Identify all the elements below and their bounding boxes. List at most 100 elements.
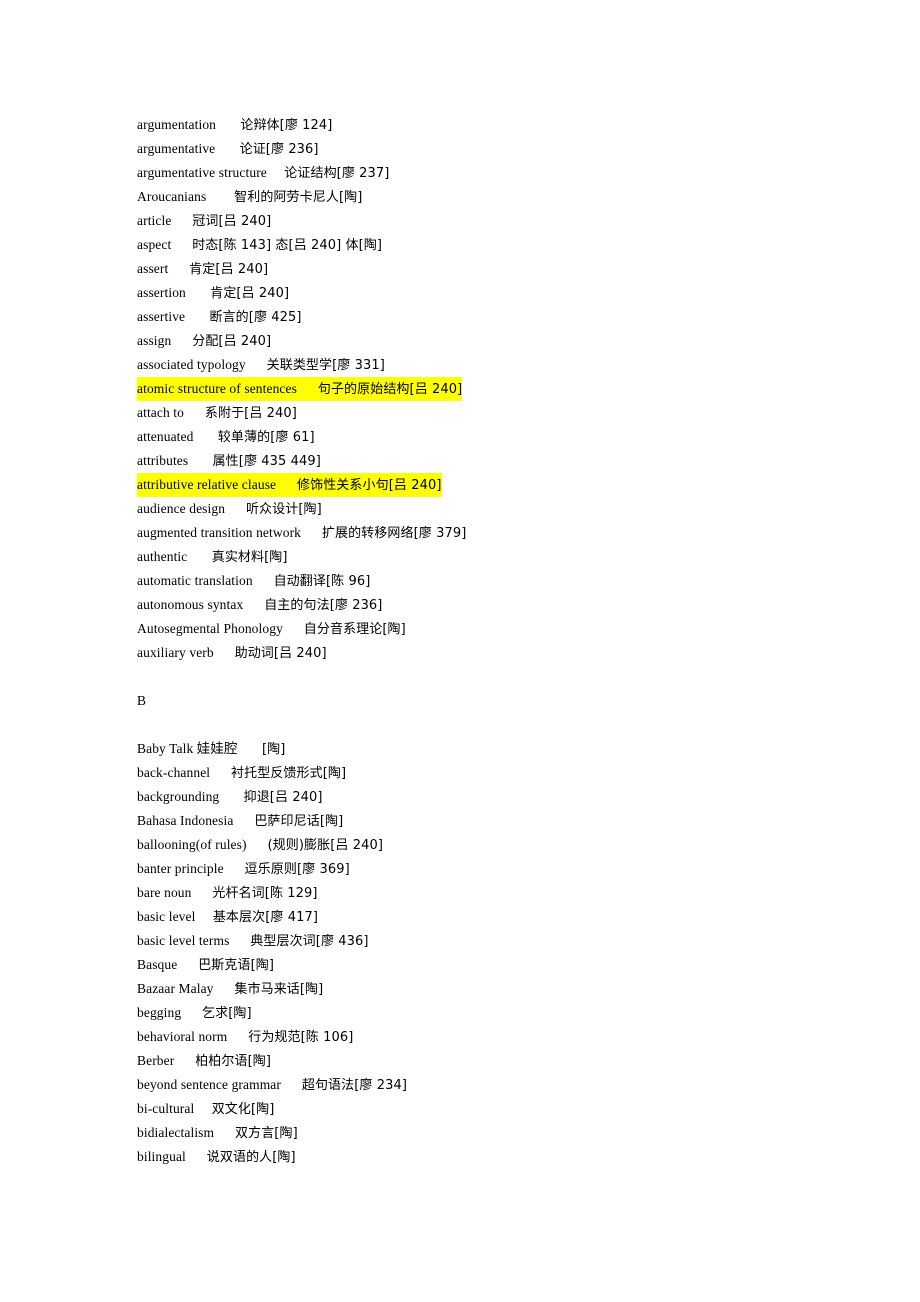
glossary-entry-text: behavioral norm 行为规范[陈 106] xyxy=(137,1029,353,1045)
glossary-entry: associated typology 关联类型学[廖 331] xyxy=(137,353,877,377)
tab-gap xyxy=(187,545,211,569)
glossary-entry: authentic 真实材料[陶] xyxy=(137,545,877,569)
term-english: basic level terms xyxy=(137,933,230,948)
glossary-entry: backgrounding 抑退[吕 240] xyxy=(137,785,877,809)
term-chinese: 双文化[陶] xyxy=(211,1102,275,1117)
glossary-entry-text: augmented transition network 扩展的转移网络[廖 3… xyxy=(137,525,467,541)
term-english: Bazaar Malay xyxy=(137,981,214,996)
term-chinese: 巴萨印尼话[陶] xyxy=(254,814,344,829)
tab-gap xyxy=(177,953,198,977)
term-english: auxiliary verb xyxy=(137,645,214,660)
term-english: attributes xyxy=(137,453,189,468)
term-english: beyond sentence grammar xyxy=(137,1077,281,1092)
term-english: bi-cultural xyxy=(137,1101,195,1116)
glossary-entry: attributive relative clause 修饰性关系小句[吕 24… xyxy=(137,473,877,497)
glossary-entry-text: Baby Talk 娃娃腔 [陶] xyxy=(137,741,286,757)
term-chinese: 修饰性关系小句[吕 240] xyxy=(297,478,442,493)
glossary-entry-highlighted: attributive relative clause 修饰性关系小句[吕 24… xyxy=(137,473,442,497)
glossary-entry-text: auxiliary verb 助动词[吕 240] xyxy=(137,645,327,661)
term-chinese: 智利的阿劳卡尼人[陶] xyxy=(234,190,363,205)
glossary-entry: bi-cultural 双文化[陶] xyxy=(137,1097,877,1121)
tab-gap xyxy=(168,257,189,281)
term-chinese: 集市马来话[陶] xyxy=(234,982,324,997)
term-english: authentic xyxy=(137,549,188,564)
glossary-entry-text: beyond sentence grammar 超句语法[廖 234] xyxy=(137,1077,408,1093)
term-english: assign xyxy=(137,333,172,348)
glossary-entry: auxiliary verb 助动词[吕 240] xyxy=(137,641,877,665)
glossary-entry-text: basic level terms 典型层次词[廖 436] xyxy=(137,933,369,949)
glossary-entry-text: bidialectalism 双方言[陶] xyxy=(137,1125,298,1141)
tab-gap xyxy=(174,1049,195,1073)
glossary-entry-text: ballooning(of rules) (规则)膨胀[吕 240] xyxy=(137,837,383,853)
term-chinese: 冠词[吕 240] xyxy=(192,214,272,229)
glossary-entry: attach to 系附于[吕 240] xyxy=(137,401,877,425)
term-chinese: 抑退[吕 240] xyxy=(243,790,323,805)
term-chinese: 肯定[吕 240] xyxy=(189,262,269,277)
glossary-entry: attenuated 较单薄的[廖 61] xyxy=(137,425,877,449)
term-chinese: 双方言[陶] xyxy=(235,1126,298,1141)
term-english: article xyxy=(137,213,172,228)
term-english: audience design xyxy=(137,501,226,516)
term-chinese: 较单薄的[廖 61] xyxy=(217,430,315,445)
glossary-entry-highlighted: atomic structure of sentences 句子的原始结构[吕 … xyxy=(137,377,463,401)
term-chinese: 超句语法[廖 234] xyxy=(301,1078,408,1093)
tab-gap xyxy=(206,185,234,209)
tab-gap xyxy=(214,977,235,1001)
glossary-entry-text: Bahasa Indonesia 巴萨印尼话[陶] xyxy=(137,813,344,829)
glossary-entry-text: associated typology 关联类型学[廖 331] xyxy=(137,357,385,373)
term-chinese: 论证[廖 236] xyxy=(239,142,319,157)
term-chinese: [陶] xyxy=(261,742,286,757)
term-chinese: 基本层次[廖 417] xyxy=(212,910,319,925)
term-english: argumentation xyxy=(137,117,217,132)
term-chinese: 扩展的转移网络[廖 379] xyxy=(321,526,467,541)
glossary-entry-text: automatic translation 自动翻译[陈 96] xyxy=(137,573,371,589)
glossary-entry: beyond sentence grammar 超句语法[廖 234] xyxy=(137,1073,877,1097)
glossary-entry-text: argumentation 论辩体[廖 124] xyxy=(137,117,332,133)
term-english: bare noun xyxy=(137,885,192,900)
glossary-entry: aspect 时态[陈 143] 态[吕 240] 体[陶] xyxy=(137,233,877,257)
tab-gap xyxy=(224,857,245,881)
term-english: assert xyxy=(137,261,169,276)
glossary-entry-text: assert 肯定[吕 240] xyxy=(137,261,269,277)
term-chinese: 系附于[吕 240] xyxy=(204,406,297,421)
tab-gap xyxy=(297,377,318,401)
tab-gap xyxy=(229,929,250,953)
tab-gap xyxy=(194,1097,211,1121)
term-english: Berber xyxy=(137,1053,175,1068)
glossary-entry: Bazaar Malay 集市马来话[陶] xyxy=(137,977,877,1001)
glossary-entry-text: argumentative 论证[廖 236] xyxy=(137,141,319,157)
term-chinese: 自动翻译[陈 96] xyxy=(273,574,371,589)
tab-gap xyxy=(253,569,274,593)
glossary-entry: Basque 巴斯克语[陶] xyxy=(137,953,877,977)
glossary-entry-text: banter principle 逗乐原则[廖 369] xyxy=(137,861,350,877)
term-english: bidialectalism xyxy=(137,1125,215,1140)
tab-gap xyxy=(214,1121,235,1145)
term-english: atomic structure of sentences xyxy=(137,381,297,396)
glossary-entry-list: argumentation 论辩体[廖 124] argumentative 论证… xyxy=(137,113,877,1169)
glossary-entry-text: aspect 时态[陈 143] 态[吕 240] 体[陶] xyxy=(137,237,382,253)
glossary-entry-text: autonomous syntax 自主的句法[廖 236] xyxy=(137,597,382,613)
glossary-entry-text: article 冠词[吕 240] xyxy=(137,213,272,229)
tab-gap xyxy=(184,401,205,425)
glossary-entry-text: attributes 属性[廖 435 449] xyxy=(137,453,321,469)
tab-gap xyxy=(267,161,284,185)
term-english: assertion xyxy=(137,285,186,300)
glossary-entry: argumentation 论辩体[廖 124] xyxy=(137,113,877,137)
tab-gap xyxy=(238,737,262,761)
tab-gap xyxy=(215,137,239,161)
glossary-entry-text: Bazaar Malay 集市马来话[陶] xyxy=(137,981,324,997)
term-english: augmented transition network xyxy=(137,525,302,540)
glossary-entry-text: assertion 肯定[吕 240] xyxy=(137,285,289,301)
glossary-entry: bidialectalism 双方言[陶] xyxy=(137,1121,877,1145)
glossary-entry: Berber 柏柏尔语[陶] xyxy=(137,1049,877,1073)
tab-gap xyxy=(210,761,231,785)
glossary-entry-text: Berber 柏柏尔语[陶] xyxy=(137,1053,271,1069)
term-chinese: 断言的[廖 425] xyxy=(209,310,302,325)
term-chinese: 逗乐原则[廖 369] xyxy=(244,862,350,877)
glossary-entry: assertion 肯定[吕 240] xyxy=(137,281,877,305)
glossary-entry-text: argumentative structure 论证结构[廖 237] xyxy=(137,165,389,181)
term-chinese: 助动词[吕 240] xyxy=(234,646,327,661)
tab-gap xyxy=(219,785,243,809)
